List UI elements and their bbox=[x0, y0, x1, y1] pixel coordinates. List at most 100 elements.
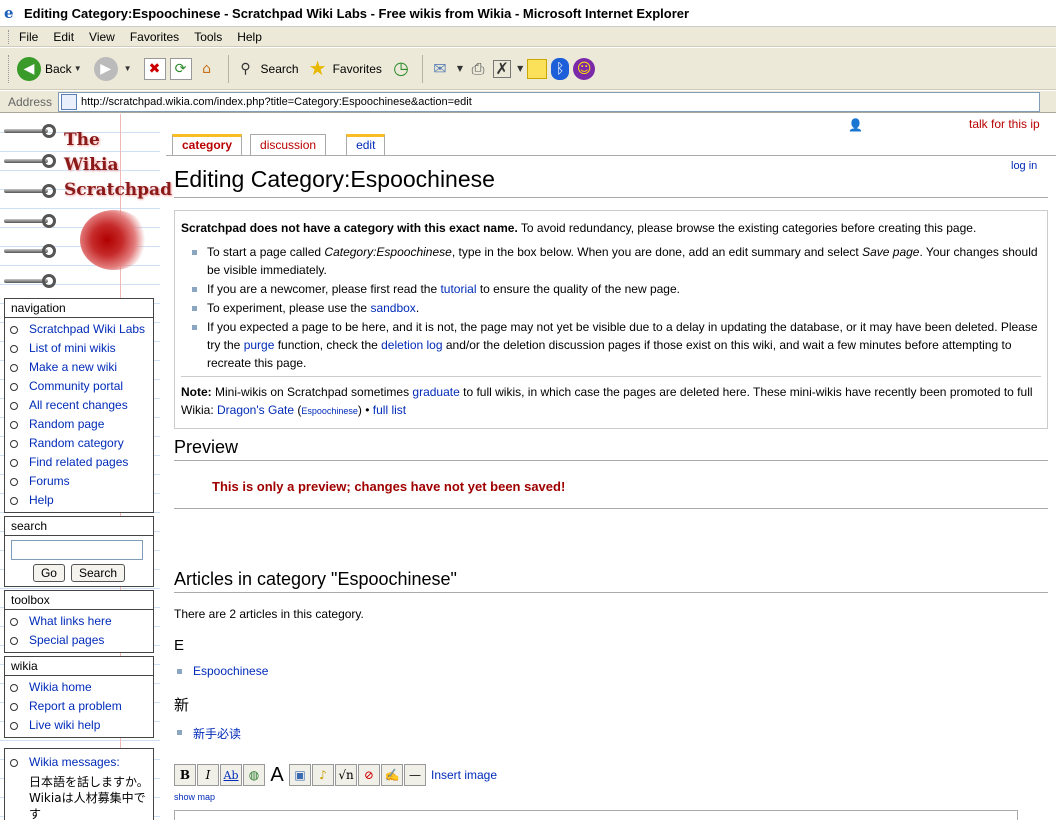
home-icon[interactable]: ⌂ bbox=[196, 58, 218, 80]
bluetooth-icon[interactable]: ᛒ bbox=[551, 57, 570, 80]
menu-bar: File Edit View Favorites Tools Help bbox=[0, 27, 1056, 47]
insert-image-link[interactable]: Insert image bbox=[431, 768, 497, 782]
notice-item: If you expected a page to be here, and i… bbox=[187, 318, 1041, 372]
forward-button[interactable]: ▶ ▼ bbox=[93, 56, 136, 81]
nav-item-list-of-mini-wikis[interactable]: List of mini wikis bbox=[5, 339, 153, 358]
bold-icon[interactable]: B bbox=[174, 764, 196, 786]
chevron-down-icon[interactable]: ▼ bbox=[74, 64, 82, 73]
wikia-item-report-a-problem[interactable]: Report a problem bbox=[5, 697, 153, 716]
menu-favorites[interactable]: Favorites bbox=[130, 30, 179, 44]
notes-icon[interactable] bbox=[527, 58, 548, 79]
no-category-notice: Scratchpad does not have a category with… bbox=[174, 210, 1048, 429]
history-icon[interactable]: ◷ bbox=[390, 58, 412, 80]
nav-item-forums[interactable]: Forums bbox=[5, 472, 153, 491]
favorites-label: Favorites bbox=[332, 61, 382, 76]
wikia-messages-portlet: Wikia messages: 日本語を話しますか。Wikiaは人材募集中です bbox=[4, 748, 154, 820]
media-file-icon[interactable]: ♪ bbox=[312, 764, 334, 786]
full-list-link[interactable]: full list bbox=[373, 403, 406, 417]
toolbar-separator bbox=[227, 54, 229, 83]
horizontal-line-icon[interactable]: — bbox=[404, 764, 426, 786]
italic-icon[interactable]: I bbox=[197, 764, 219, 786]
internal-link-icon[interactable]: Ab bbox=[220, 764, 242, 786]
address-url: http://scratchpad.wikia.com/index.php?ti… bbox=[81, 95, 472, 108]
preview-warning: This is only a preview; changes have not… bbox=[212, 479, 566, 494]
edit-page-icon[interactable]: ✗ bbox=[493, 59, 512, 78]
edit-textarea[interactable] bbox=[174, 810, 1018, 820]
chevron-down-icon[interactable]: ▼ bbox=[457, 64, 463, 73]
signature-icon[interactable]: ✍ bbox=[381, 764, 403, 786]
print-icon[interactable]: ⎙ bbox=[467, 58, 489, 80]
user-icon: 👤 bbox=[848, 118, 863, 132]
nav-item-all-recent-changes[interactable]: All recent changes bbox=[5, 396, 153, 415]
nav-item-community-portal[interactable]: Community portal bbox=[5, 377, 153, 396]
notice-item: To start a page called Category:Espoochi… bbox=[187, 243, 1041, 279]
nav-item-random-category[interactable]: Random category bbox=[5, 434, 153, 453]
deletion-log-link[interactable]: deletion log bbox=[381, 338, 442, 352]
go-button[interactable]: Go bbox=[32, 564, 65, 582]
tutorial-link[interactable]: tutorial bbox=[440, 282, 476, 296]
refresh-icon[interactable]: ⟳ bbox=[169, 57, 192, 80]
tab-edit[interactable]: edit bbox=[346, 134, 386, 155]
dragons-gate-link[interactable]: Dragon's Gate bbox=[217, 403, 294, 417]
sandbox-link[interactable]: sandbox bbox=[370, 301, 415, 315]
talk-for-this-ip-link[interactable]: talk for this ip bbox=[969, 117, 1040, 131]
search-heading: search bbox=[5, 517, 153, 536]
purge-link[interactable]: purge bbox=[244, 338, 275, 352]
nav-item-help[interactable]: Help bbox=[5, 491, 153, 510]
wikia-heading: wikia bbox=[5, 657, 153, 676]
show-map-link[interactable]: show map bbox=[174, 792, 1048, 802]
address-input[interactable]: http://scratchpad.wikia.com/index.php?ti… bbox=[58, 91, 1041, 112]
menu-file[interactable]: File bbox=[19, 30, 38, 44]
nav-item-make-a-new-wiki[interactable]: Make a new wiki bbox=[5, 358, 153, 377]
favorites-button[interactable]: ★ Favorites bbox=[307, 58, 382, 80]
menu-edit[interactable]: Edit bbox=[53, 30, 74, 44]
preview-divider bbox=[174, 508, 1048, 509]
nav-item-find-related-pages[interactable]: Find related pages bbox=[5, 453, 153, 472]
math-formula-icon[interactable]: √n bbox=[335, 764, 357, 786]
graduate-link[interactable]: graduate bbox=[412, 385, 459, 399]
star-icon: ★ bbox=[308, 58, 327, 80]
search-input[interactable] bbox=[11, 540, 143, 560]
stop-icon[interactable]: ✖ bbox=[143, 57, 166, 80]
wikia-item-live-wiki-help[interactable]: Live wiki help bbox=[5, 716, 153, 735]
chevron-down-icon[interactable]: ▼ bbox=[124, 64, 132, 73]
logo-ink-blot-icon bbox=[80, 210, 148, 270]
toolbox-item-special-pages[interactable]: Special pages bbox=[5, 631, 153, 650]
search-button[interactable]: ⚲ Search bbox=[235, 58, 298, 80]
toolbox-item-what-links-here[interactable]: What links here bbox=[5, 612, 153, 631]
search-icon: ⚲ bbox=[240, 60, 251, 76]
messenger-icon[interactable]: ☺ bbox=[573, 57, 596, 80]
wikia-messages-link[interactable]: Wikia messages: bbox=[5, 753, 153, 772]
navigation-heading: navigation bbox=[5, 299, 153, 318]
toolbar-grip[interactable] bbox=[8, 29, 11, 44]
headline-icon[interactable]: A bbox=[266, 764, 288, 786]
toolbar-grip[interactable] bbox=[8, 54, 11, 83]
chevron-down-icon[interactable]: ▼ bbox=[517, 64, 523, 73]
article-link-xinshoubidu[interactable]: 新手必读 bbox=[174, 725, 1048, 742]
wiki-logo[interactable]: The Wikia Scratchpad bbox=[64, 128, 172, 203]
search-submit-button[interactable]: Search bbox=[70, 564, 126, 582]
espoochinese-small-link[interactable]: Espoochinese bbox=[301, 406, 358, 416]
address-label: Address bbox=[8, 94, 53, 109]
menu-help[interactable]: Help bbox=[237, 30, 262, 44]
page-title: Editing Category:Espoochinese bbox=[174, 166, 1048, 198]
embedded-image-icon[interactable]: ▣ bbox=[289, 764, 311, 786]
notice-item: To experiment, please use the sandbox. bbox=[187, 299, 1041, 317]
notice-note: Note: Mini-wikis on Scratchpad sometimes… bbox=[181, 385, 1033, 417]
tab-category[interactable]: category bbox=[172, 134, 243, 155]
menu-view[interactable]: View bbox=[89, 30, 115, 44]
tab-discussion[interactable]: discussion bbox=[250, 134, 327, 155]
group-letter: E bbox=[174, 637, 185, 654]
back-button[interactable]: ◀ Back ▼ bbox=[17, 56, 86, 81]
menu-tools[interactable]: Tools bbox=[194, 30, 222, 44]
spiral-ring bbox=[4, 184, 60, 198]
wikia-item-wikia-home[interactable]: Wikia home bbox=[5, 678, 153, 697]
external-link-icon[interactable]: ◍ bbox=[243, 764, 265, 786]
nav-item-random-page[interactable]: Random page bbox=[5, 415, 153, 434]
nowiki-icon[interactable]: ⊘ bbox=[358, 764, 380, 786]
nav-item-scratchpad-wiki-labs[interactable]: Scratchpad Wiki Labs bbox=[5, 320, 153, 339]
preview-heading: Preview bbox=[174, 437, 1048, 461]
article-link-espoochinese[interactable]: Espoochinese bbox=[174, 664, 1048, 678]
wikia-portlet: wikia Wikia home Report a problem Live w… bbox=[4, 656, 154, 738]
mail-icon[interactable]: ✉ bbox=[429, 58, 451, 80]
